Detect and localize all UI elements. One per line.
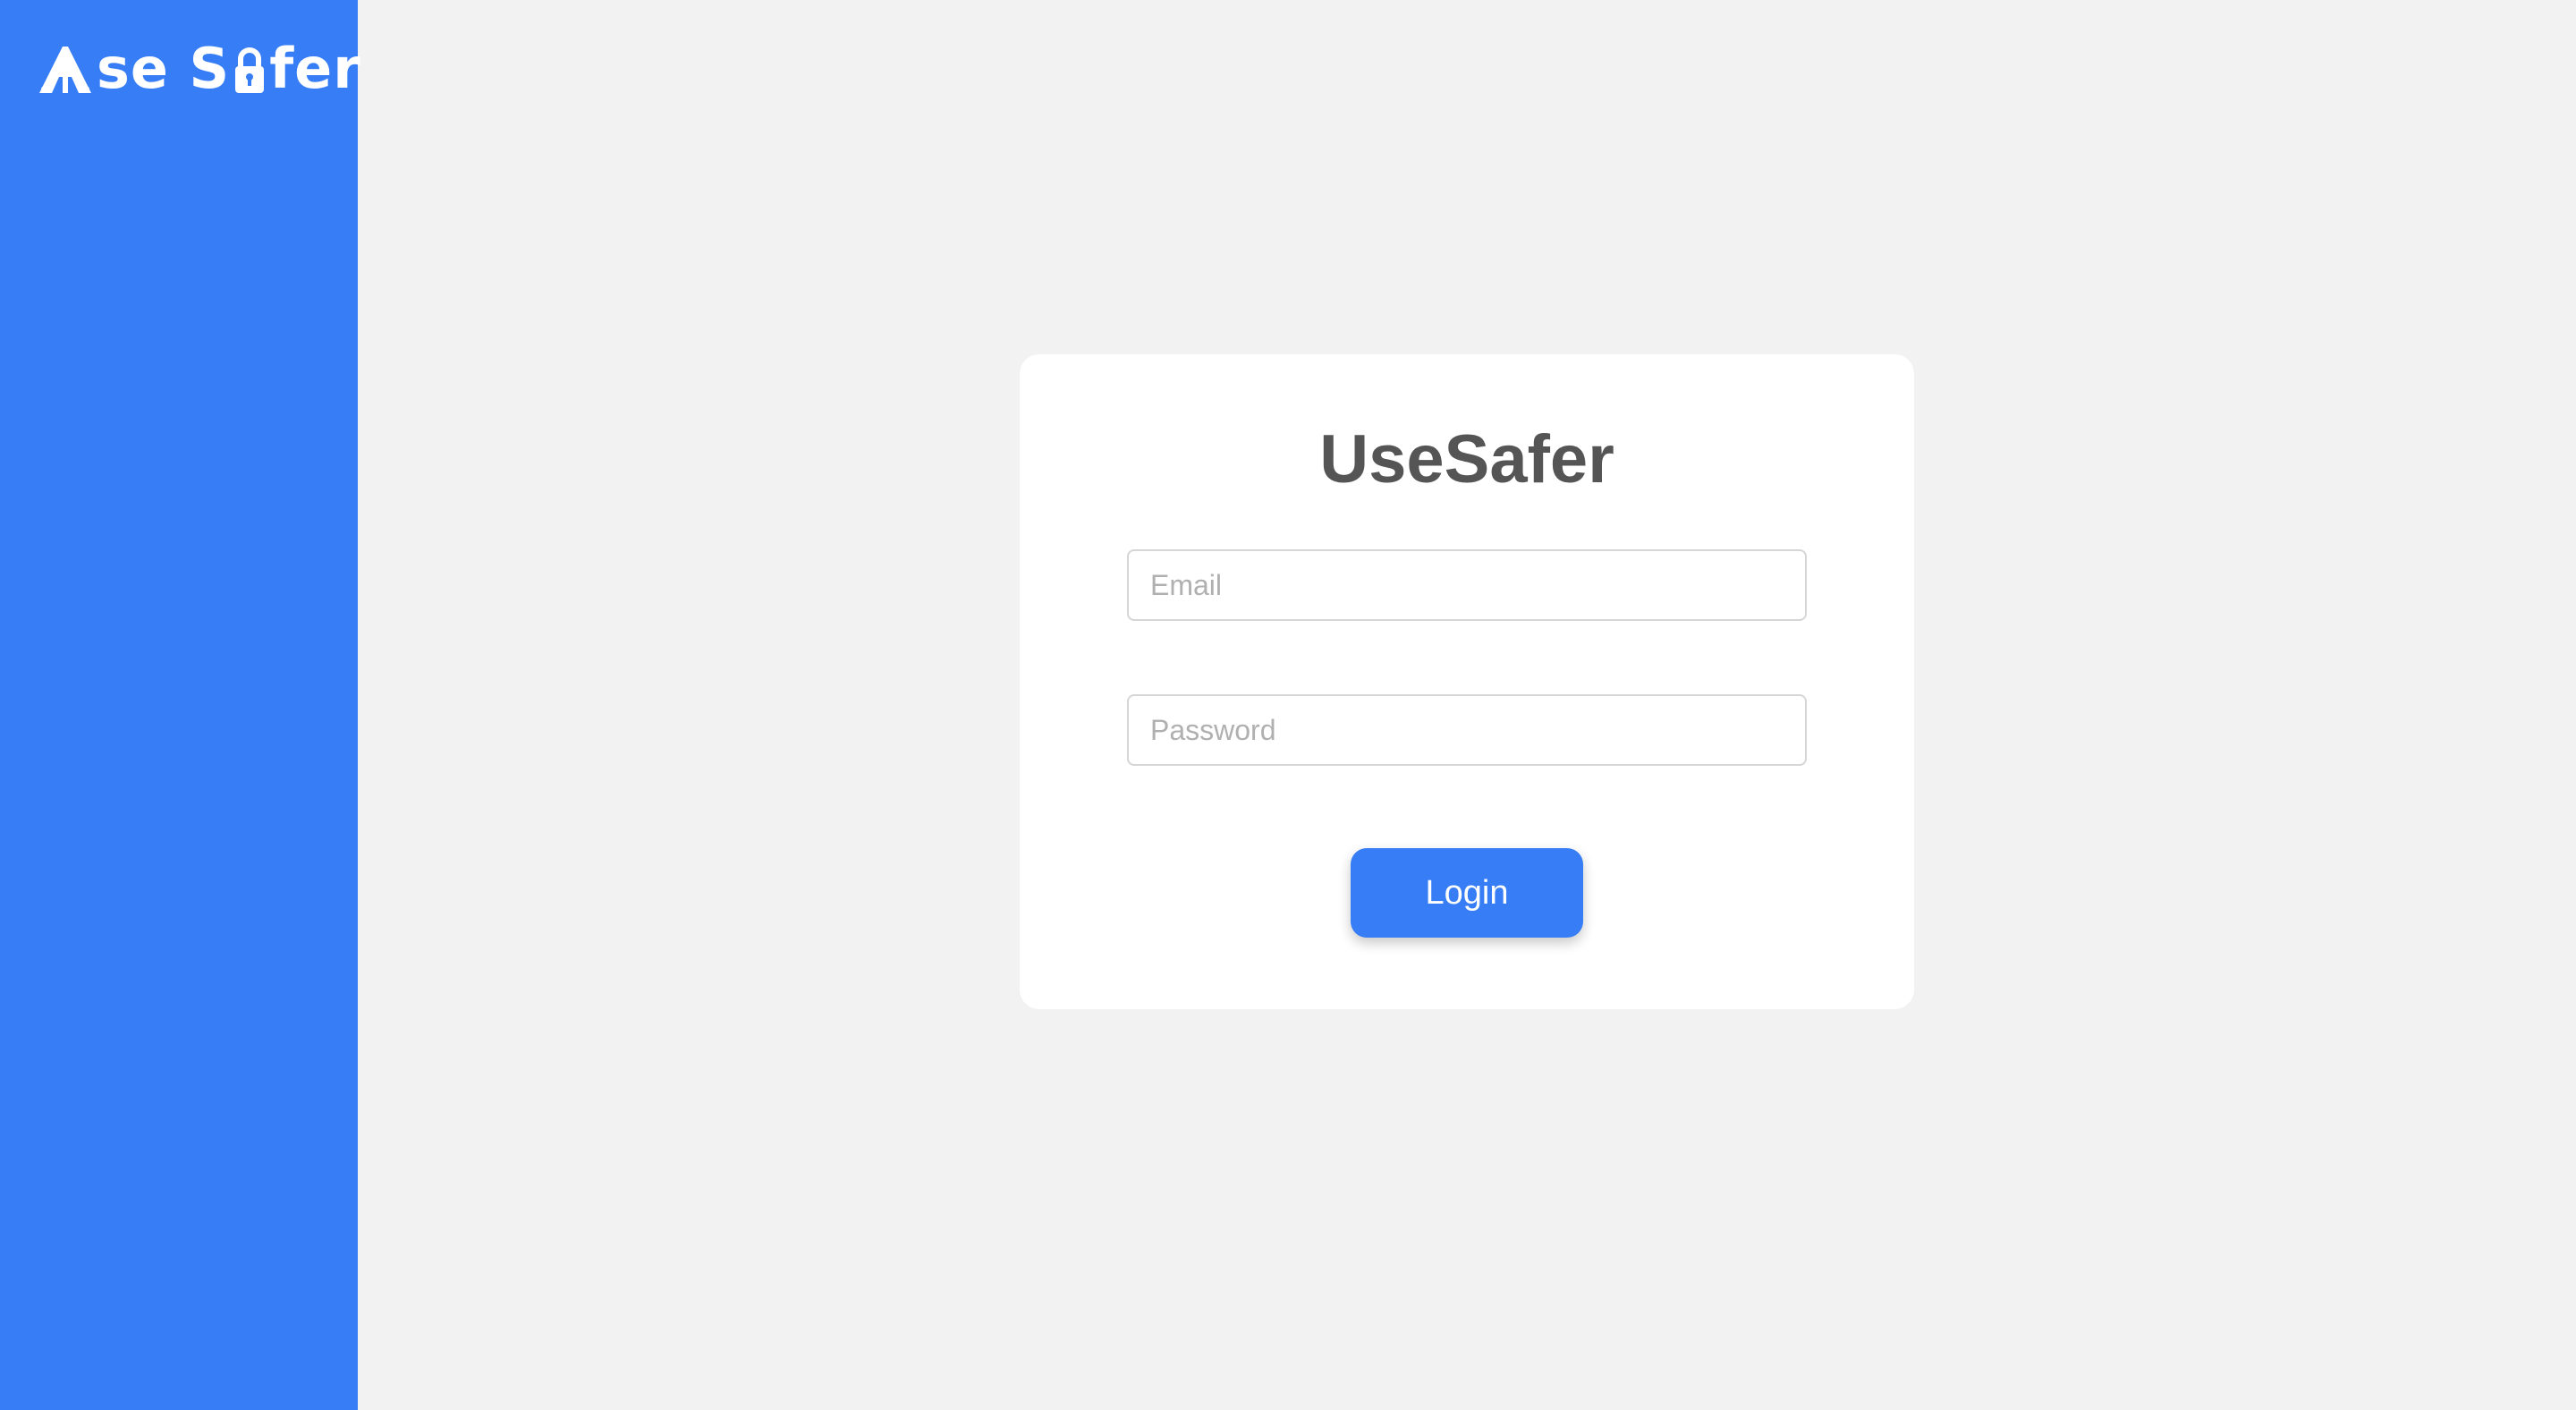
usesafer-logo[interactable]: se S fer (36, 39, 361, 98)
logo-text-part-1: se S (97, 36, 231, 101)
shield-user-icon (39, 47, 91, 93)
email-field[interactable] (1127, 549, 1807, 621)
login-card: UseSafer Login (1020, 354, 1914, 1009)
main-content: UseSafer Login (358, 0, 2576, 1410)
sidebar: se S fer (0, 0, 361, 1410)
lock-icon (235, 47, 265, 93)
login-button[interactable]: Login (1351, 848, 1583, 938)
logo-text-part-2: fer (269, 36, 361, 101)
password-field[interactable] (1127, 694, 1807, 766)
page-title: UseSafer (1319, 421, 1614, 497)
